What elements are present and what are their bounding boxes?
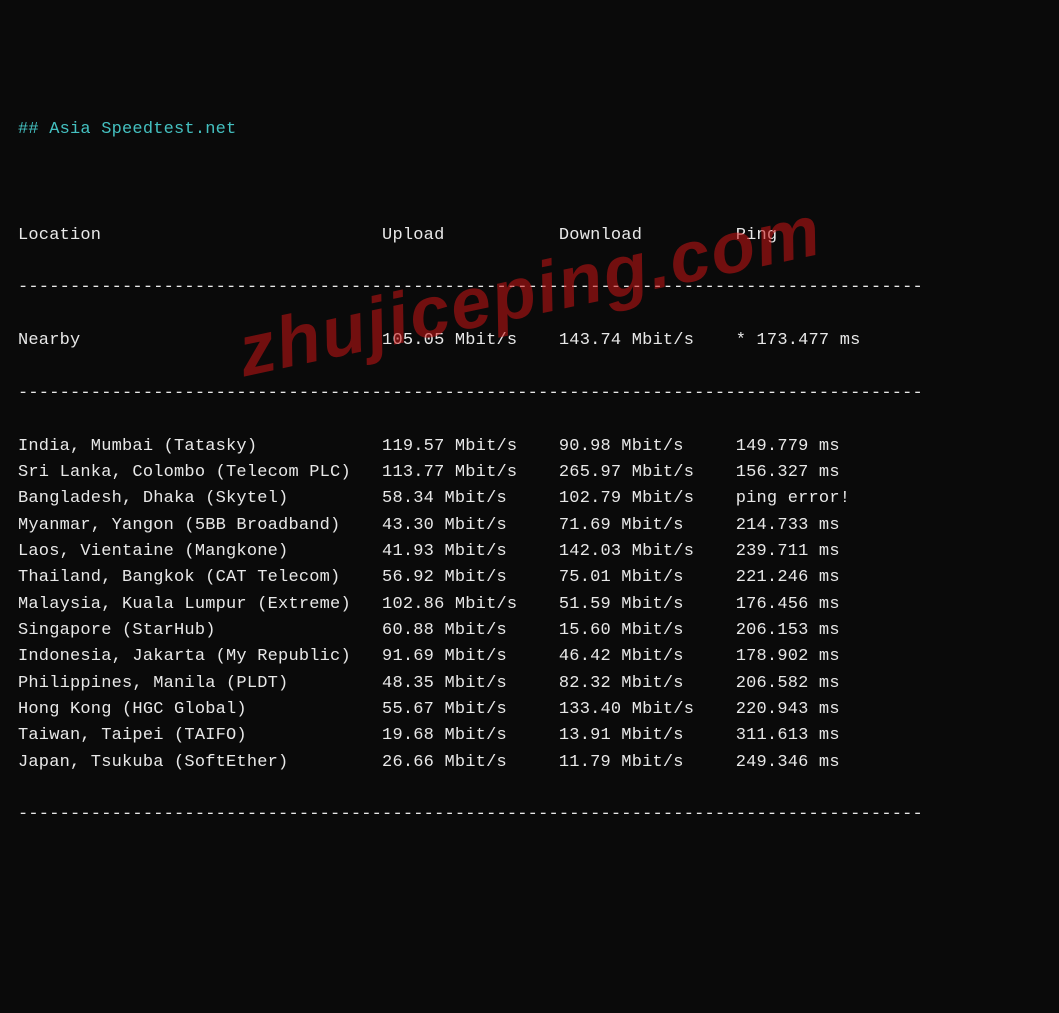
table-row: Bangladesh, Dhaka (Skytel) 58.34 Mbit/s … — [18, 486, 1041, 512]
blank-line — [18, 170, 1041, 196]
divider-bot: ----------------------------------------… — [18, 802, 1041, 828]
header-row: Location Upload Download Ping — [18, 223, 1041, 249]
section-title: ## Asia Speedtest.net — [18, 117, 1041, 143]
table-row: Philippines, Manila (PLDT) 48.35 Mbit/s … — [18, 671, 1041, 697]
table-row: Sri Lanka, Colombo (Telecom PLC) 113.77 … — [18, 460, 1041, 486]
divider-mid: ----------------------------------------… — [18, 381, 1041, 407]
title-text: Asia Speedtest.net — [39, 120, 237, 139]
title-hash: ## — [18, 120, 39, 139]
table-row: Hong Kong (HGC Global) 55.67 Mbit/s 133.… — [18, 697, 1041, 723]
table-row: Thailand, Bangkok (CAT Telecom) 56.92 Mb… — [18, 565, 1041, 591]
table-row: Laos, Vientaine (Mangkone) 41.93 Mbit/s … — [18, 539, 1041, 565]
table-body: India, Mumbai (Tatasky) 119.57 Mbit/s 90… — [18, 434, 1041, 776]
table-row: Myanmar, Yangon (5BB Broadband) 43.30 Mb… — [18, 513, 1041, 539]
table-row: Malaysia, Kuala Lumpur (Extreme) 102.86 … — [18, 592, 1041, 618]
table-row: Singapore (StarHub) 60.88 Mbit/s 15.60 M… — [18, 618, 1041, 644]
table-row: Japan, Tsukuba (SoftEther) 26.66 Mbit/s … — [18, 750, 1041, 776]
table-row: India, Mumbai (Tatasky) 119.57 Mbit/s 90… — [18, 434, 1041, 460]
table-row: Taiwan, Taipei (TAIFO) 19.68 Mbit/s 13.9… — [18, 723, 1041, 749]
nearby-row: Nearby 105.05 Mbit/s 143.74 Mbit/s * 173… — [18, 328, 1041, 354]
divider-top: ----------------------------------------… — [18, 275, 1041, 301]
table-row: Indonesia, Jakarta (My Republic) 91.69 M… — [18, 644, 1041, 670]
